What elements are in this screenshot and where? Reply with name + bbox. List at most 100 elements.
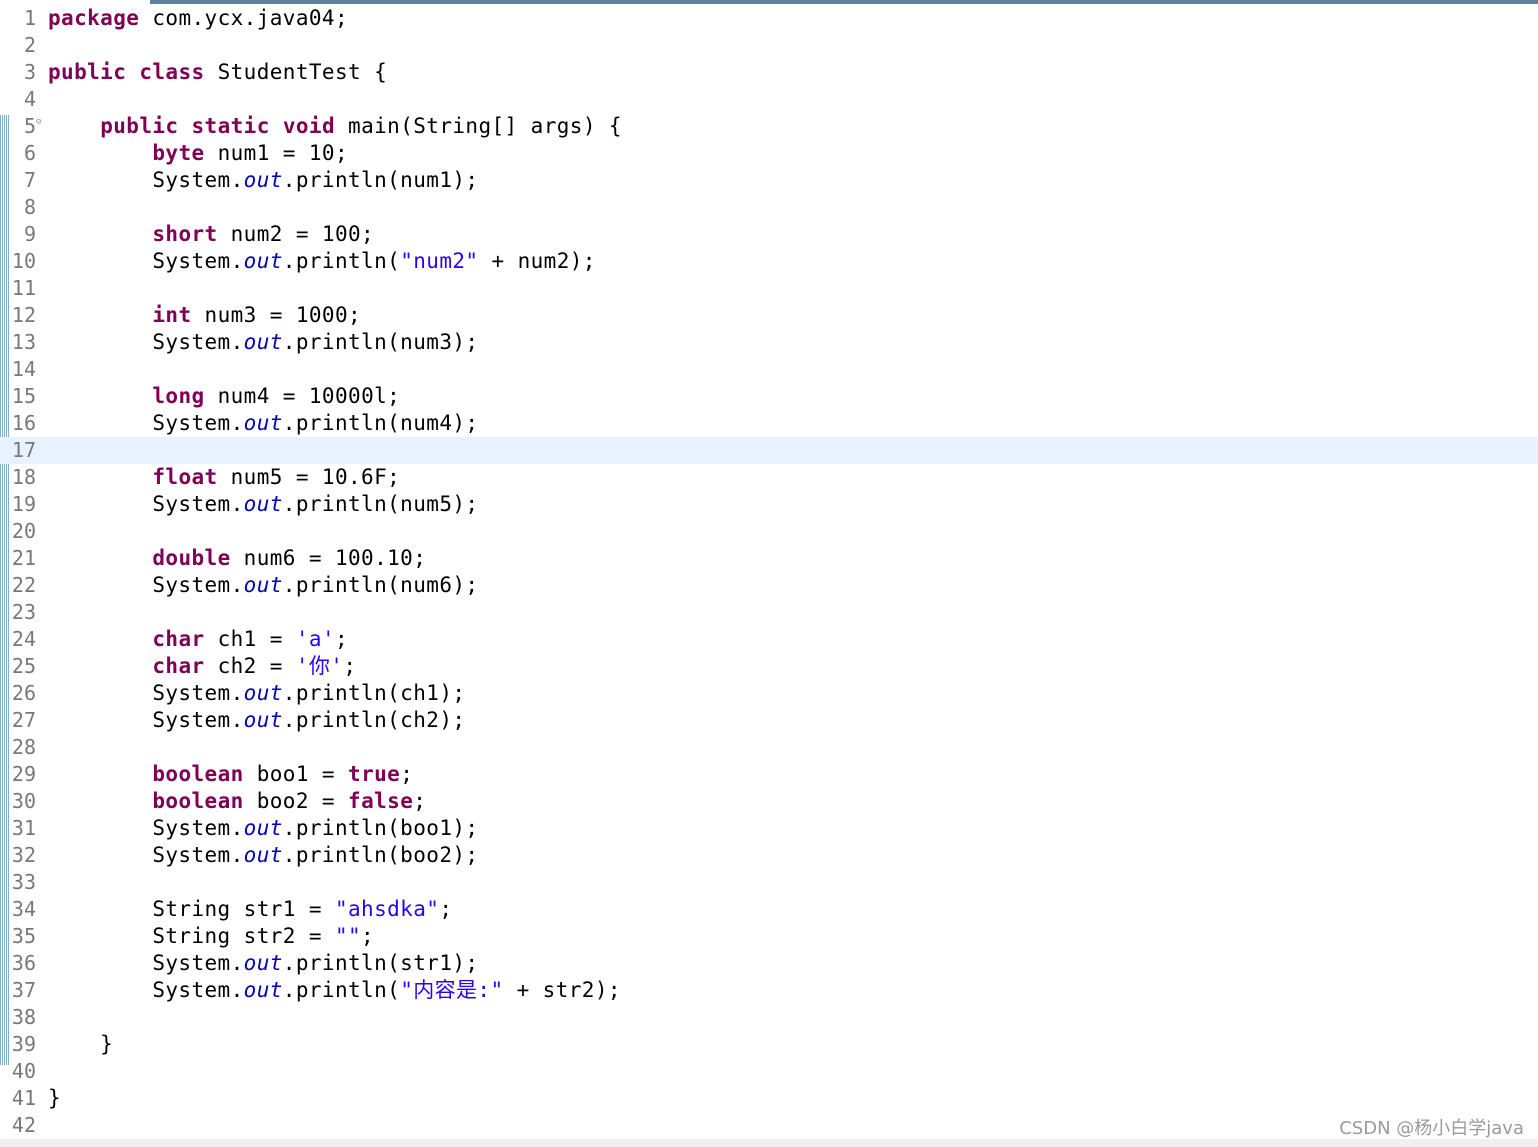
code-line[interactable]: 26 System.out.println(ch1); xyxy=(0,680,1538,707)
code-line[interactable]: 35 String str2 = ""; xyxy=(0,923,1538,950)
code-token: + num2); xyxy=(478,249,596,273)
code-line[interactable]: 22 System.out.println(num6); xyxy=(0,572,1538,599)
code-token: .println(num6); xyxy=(282,573,479,597)
code-line[interactable]: 20 xyxy=(0,518,1538,545)
code-line[interactable]: 7 System.out.println(num1); xyxy=(0,167,1538,194)
code-line[interactable]: 17 xyxy=(0,437,1538,464)
code-token: ; xyxy=(361,924,375,948)
code-line[interactable]: 29 boolean boo1 = true; xyxy=(0,761,1538,788)
code-line[interactable]: 13 System.out.println(num3); xyxy=(0,329,1538,356)
line-number: 20 xyxy=(11,519,36,543)
code-token: num4 = 10000l; xyxy=(204,384,401,408)
code-line[interactable]: 4 xyxy=(0,86,1538,113)
code-line[interactable]: 32 System.out.println(boo2); xyxy=(0,842,1538,869)
string-token: "num2" xyxy=(400,249,479,273)
code-text: System.out.println("内容是:" + str2); xyxy=(48,977,621,1004)
code-token: .println( xyxy=(282,249,401,273)
code-line[interactable]: 16 System.out.println(num4); xyxy=(0,410,1538,437)
code-line[interactable]: 27 System.out.println(ch2); xyxy=(0,707,1538,734)
code-token: ; xyxy=(343,654,357,678)
code-line[interactable]: 36 System.out.println(str1); xyxy=(0,950,1538,977)
keyword-token: public xyxy=(100,114,179,138)
code-text: System.out.println(boo2); xyxy=(48,842,478,869)
code-token: num5 = 10.6F; xyxy=(217,465,401,489)
line-number: 11 xyxy=(11,276,36,300)
keyword-token: class xyxy=(139,60,205,84)
code-token: System. xyxy=(48,411,244,435)
line-number: 5 xyxy=(23,114,36,138)
code-line[interactable]: 15 long num4 = 10000l; xyxy=(0,383,1538,410)
code-token: ; xyxy=(439,897,453,921)
line-number: 39 xyxy=(11,1032,36,1056)
code-line[interactable]: 23 xyxy=(0,599,1538,626)
keyword-token: byte xyxy=(152,141,205,165)
code-line[interactable]: 5 ⊝ public static void main(String[] args… xyxy=(0,113,1538,140)
line-number: 15 xyxy=(11,384,36,408)
code-line[interactable]: 31 System.out.println(boo1); xyxy=(0,815,1538,842)
code-line[interactable]: 30 boolean boo2 = false; xyxy=(0,788,1538,815)
editor-tab-border xyxy=(150,0,1538,4)
code-line[interactable]: 42 xyxy=(0,1112,1538,1139)
code-text: public static void main(String[] args) { xyxy=(48,113,622,140)
code-token: .println(num5); xyxy=(282,492,479,516)
code-line[interactable]: 34 String str1 = "ahsdka"; xyxy=(0,896,1538,923)
line-number: 1 xyxy=(23,6,36,30)
code-token: .println(boo1); xyxy=(282,816,479,840)
code-token: StudentTest { xyxy=(204,60,388,84)
code-text: System.out.println(num6); xyxy=(48,572,478,599)
code-line[interactable]: 24 char ch1 = 'a'; xyxy=(0,626,1538,653)
code-line[interactable]: 8 xyxy=(0,194,1538,221)
line-number: 16 xyxy=(11,411,36,435)
code-line[interactable]: 39 } xyxy=(0,1031,1538,1058)
string-token: "ahsdka" xyxy=(334,897,440,921)
code-token: + str2); xyxy=(503,978,621,1002)
code-line[interactable]: 33 xyxy=(0,869,1538,896)
code-line[interactable]: 41} xyxy=(0,1085,1538,1112)
code-token: ch2 = xyxy=(204,654,296,678)
horizontal-scrollbar[interactable] xyxy=(0,1139,1538,1147)
code-text: float num5 = 10.6F; xyxy=(48,464,400,491)
line-number: 25 xyxy=(11,654,36,678)
line-number: 2 xyxy=(23,33,36,57)
code-line[interactable]: 40 xyxy=(0,1058,1538,1085)
keyword-token: double xyxy=(152,546,231,570)
code-token: .println(ch2); xyxy=(282,708,466,732)
code-line[interactable]: 9 short num2 = 100; xyxy=(0,221,1538,248)
code-editor[interactable]: 1 package com.ycx.java04; 2 3 public class S… xyxy=(0,5,1538,1139)
code-text: String str2 = ""; xyxy=(48,923,374,950)
code-line[interactable]: 19 System.out.println(num5); xyxy=(0,491,1538,518)
code-line[interactable]: 3 public class StudentTest { xyxy=(0,59,1538,86)
code-line[interactable]: 38 xyxy=(0,1004,1538,1031)
code-line[interactable]: 21 double num6 = 100.10; xyxy=(0,545,1538,572)
code-line[interactable]: 18 float num5 = 10.6F; xyxy=(0,464,1538,491)
code-line[interactable]: 25 char ch2 = '你'; xyxy=(0,653,1538,680)
code-token: .println(num1); xyxy=(282,168,479,192)
code-line[interactable]: 28 xyxy=(0,734,1538,761)
code-line[interactable]: 2 xyxy=(0,32,1538,59)
line-number: 8 xyxy=(23,195,36,219)
fold-toggle-icon[interactable]: ⊝ xyxy=(36,117,41,127)
code-text: byte num1 = 10; xyxy=(48,140,348,167)
code-line[interactable]: 14 xyxy=(0,356,1538,383)
code-token: ; xyxy=(400,762,414,786)
code-text: char ch2 = '你'; xyxy=(48,653,356,680)
code-text: short num2 = 100; xyxy=(48,221,374,248)
line-number: 4 xyxy=(23,87,36,111)
line-number: 6 xyxy=(23,141,36,165)
code-line[interactable]: 10 System.out.println("num2" + num2); xyxy=(0,248,1538,275)
line-number: 32 xyxy=(11,843,36,867)
code-token: } xyxy=(48,1086,62,1110)
code-line[interactable]: 1 package com.ycx.java04; xyxy=(0,5,1538,32)
keyword-token: char xyxy=(152,627,205,651)
code-line[interactable]: 11 xyxy=(0,275,1538,302)
code-line[interactable]: 37 System.out.println("内容是:" + str2); xyxy=(0,977,1538,1004)
field-token: out xyxy=(243,843,283,867)
code-line[interactable]: 6 byte num1 = 10; xyxy=(0,140,1538,167)
code-line[interactable]: 12 int num3 = 1000; xyxy=(0,302,1538,329)
field-token: out xyxy=(243,411,283,435)
field-token: out xyxy=(243,492,283,516)
keyword-token: static xyxy=(191,114,270,138)
